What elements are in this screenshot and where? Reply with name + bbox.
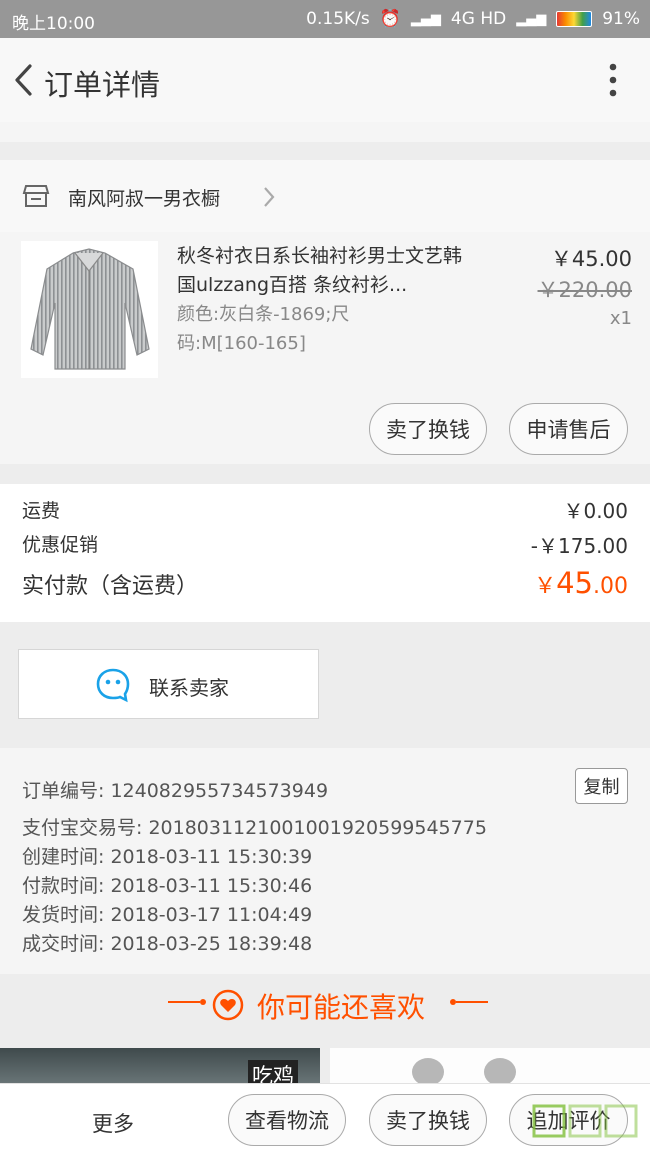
recommend-tile[interactable]: 吃鸡 bbox=[0, 1048, 320, 1088]
discount-label: 优惠促销 bbox=[22, 534, 99, 556]
completed-time: 成交时间: 2018-03-25 18:39:48 bbox=[22, 933, 313, 955]
alarm-icon: ⏰ bbox=[379, 9, 401, 29]
chevron-right-icon bbox=[264, 187, 275, 207]
network-type: 4G HD bbox=[450, 9, 507, 29]
paid-label: 实付款（含运费） bbox=[22, 574, 199, 599]
order-info: 订单编号: 124082955734573949 复制 支付宝交易号: 2018… bbox=[0, 748, 650, 974]
watermark-logo bbox=[532, 1104, 638, 1138]
section-gap bbox=[0, 464, 650, 484]
view-logistics-button[interactable]: 查看物流 bbox=[228, 1094, 346, 1146]
product-original-price: ￥220.00 bbox=[537, 278, 632, 302]
sell-for-cash-button-bottom[interactable]: 卖了换钱 bbox=[369, 1094, 487, 1146]
network-speed: 0.15K/s bbox=[306, 9, 370, 29]
created-time: 创建时间: 2018-03-11 15:30:39 bbox=[22, 846, 313, 868]
product-card[interactable]: 秋冬衬衣日系长袖衬衫男士文艺韩国ulzzang百搭 条纹衬衫... 颜色:灰白条… bbox=[0, 232, 650, 464]
order-totals: 运费 ￥0.00 优惠促销 -￥175.00 实付款（含运费） ￥45.00 bbox=[0, 484, 650, 622]
heart-icon bbox=[212, 989, 244, 1021]
paid-currency: ￥ bbox=[534, 574, 557, 599]
paid-integer: 45 bbox=[556, 566, 593, 600]
product-image[interactable] bbox=[21, 241, 158, 378]
shop-icon bbox=[22, 185, 50, 207]
product-title[interactable]: 秋冬衬衣日系长袖衬衫男士文艺韩国ulzzang百搭 条纹衬衫... bbox=[177, 242, 477, 300]
header-spacer bbox=[0, 122, 650, 142]
shipping-value: ￥0.00 bbox=[563, 499, 628, 523]
page-title: 订单详情 bbox=[44, 68, 161, 102]
status-bar: 晚上10:00 0.15K/s ⏰ ▂▄▆ 4G HD ▂▄▆ 91% bbox=[0, 0, 650, 38]
product-price: ￥45.00 bbox=[550, 247, 632, 271]
back-arrow-icon[interactable] bbox=[10, 62, 40, 98]
sell-for-cash-button[interactable]: 卖了换钱 bbox=[369, 403, 487, 455]
chat-bubble-icon bbox=[96, 668, 130, 703]
contact-seller-button[interactable]: 联系卖家 bbox=[18, 649, 319, 719]
shipped-time: 发货时间: 2018-03-17 11:04:49 bbox=[22, 904, 313, 926]
recommend-tile[interactable] bbox=[330, 1048, 650, 1088]
alipay-trade-number: 支付宝交易号: 2018031121001001920599545775 bbox=[22, 817, 487, 839]
product-quantity: x1 bbox=[609, 308, 632, 329]
more-button[interactable]: 更多 bbox=[92, 1108, 134, 1138]
shirt-image bbox=[30, 248, 150, 370]
after-sale-button[interactable]: 申请售后 bbox=[509, 403, 628, 455]
battery-icon bbox=[556, 11, 593, 27]
status-time: 晚上10:00 bbox=[12, 14, 95, 34]
recommend-header: 你可能还喜欢 bbox=[0, 976, 650, 1036]
order-number: 订单编号: 124082955734573949 bbox=[22, 780, 329, 802]
recommend-title: 你可能还喜欢 bbox=[257, 991, 426, 1024]
decor-left-icon bbox=[168, 999, 206, 1005]
paid-decimal: .00 bbox=[593, 574, 628, 599]
more-vertical-icon[interactable] bbox=[608, 62, 618, 98]
product-spec: 颜色:灰白条-1869;尺码:M[160-165] bbox=[177, 304, 350, 354]
discount-value: -￥175.00 bbox=[530, 534, 628, 558]
section-gap bbox=[0, 142, 650, 160]
signal-icon: ▂▄▆ bbox=[410, 11, 441, 27]
shoes-image bbox=[412, 1058, 516, 1086]
shop-name: 南风阿叔一男衣橱 bbox=[68, 188, 221, 210]
paid-time: 付款时间: 2018-03-11 15:30:46 bbox=[22, 875, 313, 897]
shop-row[interactable]: 南风阿叔一男衣橱 bbox=[0, 160, 650, 233]
shipping-label: 运费 bbox=[22, 500, 61, 522]
copy-button[interactable]: 复制 bbox=[575, 768, 628, 804]
signal-icon-2: ▂▄▆ bbox=[516, 11, 547, 27]
contact-seller-label: 联系卖家 bbox=[149, 676, 229, 700]
battery-level: 91% bbox=[602, 9, 640, 29]
app-header: 订单详情 bbox=[0, 38, 650, 122]
paid-amount: ￥45.00 bbox=[534, 566, 628, 600]
decor-right-icon bbox=[450, 999, 488, 1005]
